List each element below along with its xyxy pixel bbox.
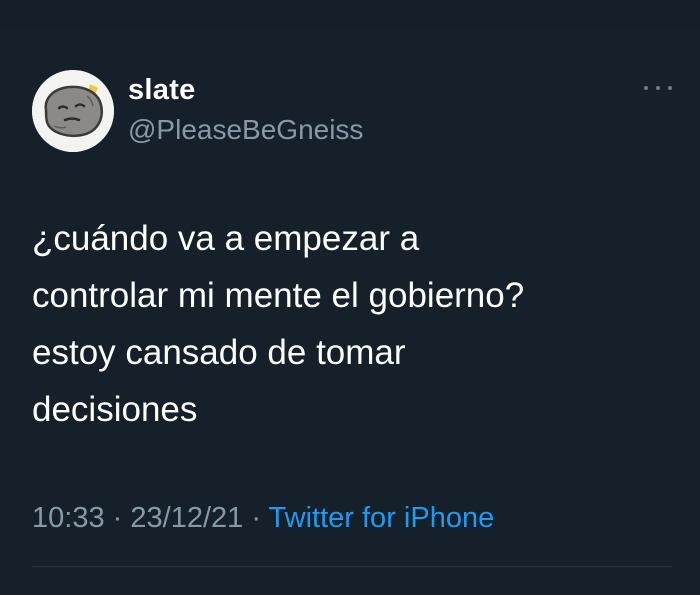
tweet-date[interactable]: 23/12/21 <box>130 502 243 534</box>
meta-separator: · <box>251 502 261 534</box>
bottom-divider <box>32 566 672 567</box>
tweet-source-link[interactable]: Twitter for iPhone <box>269 502 495 534</box>
more-options-button[interactable] <box>644 78 672 98</box>
tweet-header: slate @PleaseBeGneiss <box>32 70 672 154</box>
display-name[interactable]: slate <box>128 72 363 108</box>
top-divider <box>0 0 700 28</box>
user-names: slate @PleaseBeGneiss <box>128 72 363 150</box>
tweet-card: slate @PleaseBeGneiss ¿cuándo va a empez… <box>0 0 700 595</box>
more-dots-icon <box>668 86 672 90</box>
tweet-time[interactable]: 10:33 <box>32 502 105 534</box>
tweet-text: ¿cuándo va a empezar a controlar mi ment… <box>32 219 525 429</box>
user-handle[interactable]: @PleaseBeGneiss <box>128 110 363 150</box>
rock-avatar-icon <box>32 70 114 152</box>
more-dots-icon <box>644 86 648 90</box>
more-dots-icon <box>656 86 660 90</box>
avatar[interactable] <box>32 70 114 152</box>
tweet-meta: 10:33 · 23/12/21 · Twitter for iPhone <box>32 498 494 538</box>
meta-separator: · <box>112 502 123 534</box>
